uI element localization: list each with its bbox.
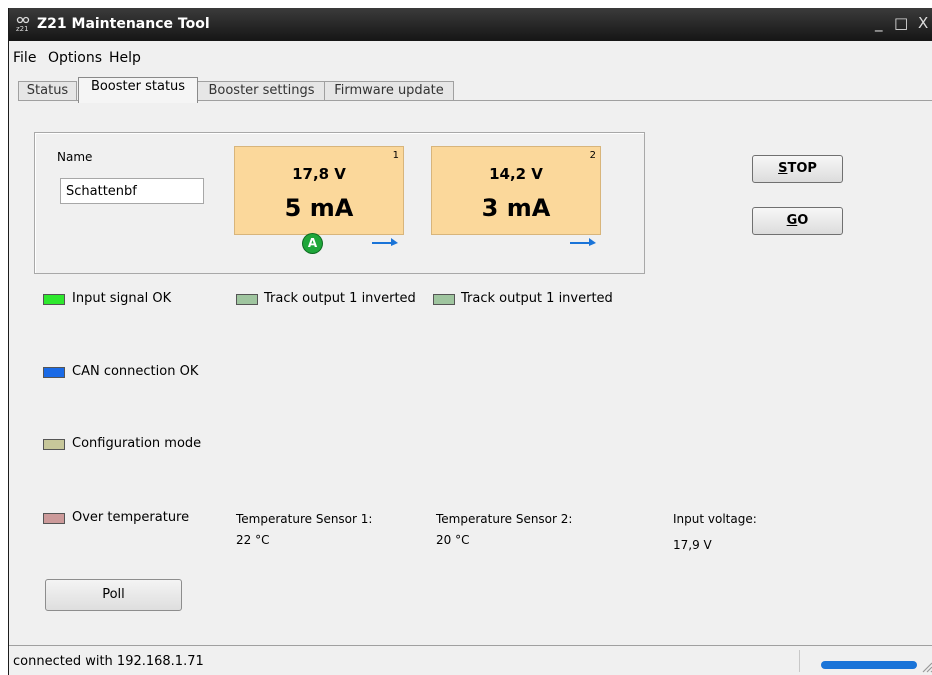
menu-file[interactable]: File: [13, 50, 36, 66]
track-output-1: 1 17,8 V 5 mA: [234, 146, 404, 235]
configuration-mode-label: Configuration mode: [72, 436, 202, 451]
name-label: Name: [57, 150, 93, 164]
menu-help[interactable]: Help: [109, 50, 141, 66]
output-1-current: 5 mA: [284, 194, 354, 222]
tab-status[interactable]: Status: [18, 81, 77, 102]
svg-text:z21: z21: [16, 25, 29, 32]
status-separator: [799, 650, 800, 672]
over-temperature-label: Over temperature: [72, 510, 190, 525]
can-connection-label: CAN connection OK: [72, 364, 199, 379]
over-temperature-led: [43, 513, 65, 524]
minimize-button[interactable]: _: [875, 14, 883, 32]
output-2-number: 2: [589, 150, 596, 161]
configuration-mode-led: [43, 439, 65, 450]
resize-grip-icon[interactable]: [922, 662, 932, 673]
menu-bar: File Options Help: [9, 41, 932, 71]
app-icon: z21: [16, 16, 30, 32]
track-output-2-inverted-led: [433, 294, 455, 305]
status-bar: connected with 192.168.1.71: [9, 645, 932, 675]
track-output-2-inverted-label: Track output 1 inverted: [461, 291, 613, 306]
output-1-number: 1: [392, 150, 399, 161]
input-voltage-label: Input voltage:: [673, 512, 757, 526]
tab-booster-settings[interactable]: Booster settings: [197, 81, 326, 102]
go-button[interactable]: GO: [752, 207, 843, 235]
tab-booster-status[interactable]: Booster status: [78, 77, 198, 103]
poll-button[interactable]: Poll: [45, 579, 182, 611]
output-1-direction-arrow-icon: [372, 238, 398, 246]
status-progress-bar: [821, 661, 917, 669]
temperature-sensor-2-label: Temperature Sensor 2:: [436, 512, 573, 526]
temperature-sensor-1-value: 22 °C: [236, 533, 270, 547]
output-1-voltage: 17,8 V: [292, 165, 346, 183]
stop-button[interactable]: STOP: [752, 155, 843, 183]
go-button-label: GO: [786, 213, 809, 228]
maximize-button[interactable]: □: [894, 14, 908, 32]
input-voltage-value: 17,9 V: [673, 538, 712, 552]
stop-button-label: STOP: [778, 161, 817, 176]
track-output-1-inverted-led: [236, 294, 258, 305]
title-bar[interactable]: z21 Z21 Maintenance Tool _ □ X: [9, 8, 932, 41]
app-window: z21 Z21 Maintenance Tool _ □ X File Opti…: [8, 8, 932, 675]
window-title: Z21 Maintenance Tool: [37, 16, 210, 32]
connection-status-text: connected with 192.168.1.71: [13, 654, 204, 669]
temperature-sensor-1-label: Temperature Sensor 1:: [236, 512, 373, 526]
tab-firmware-update[interactable]: Firmware update: [324, 81, 454, 102]
output-1-active-badge: A: [303, 234, 322, 253]
close-button[interactable]: X: [918, 14, 928, 32]
menu-options[interactable]: Options: [48, 50, 102, 66]
output-2-direction-arrow-icon: [570, 238, 596, 246]
name-input[interactable]: [60, 178, 204, 204]
track-output-2: 2 14,2 V 3 mA: [431, 146, 601, 235]
input-signal-label: Input signal OK: [72, 291, 172, 306]
output-2-current: 3 mA: [481, 194, 551, 222]
input-signal-led: [43, 294, 65, 305]
output-2-voltage: 14,2 V: [489, 165, 543, 183]
temperature-sensor-2-value: 20 °C: [436, 533, 470, 547]
can-connection-led: [43, 367, 65, 378]
track-output-1-inverted-label: Track output 1 inverted: [264, 291, 416, 306]
